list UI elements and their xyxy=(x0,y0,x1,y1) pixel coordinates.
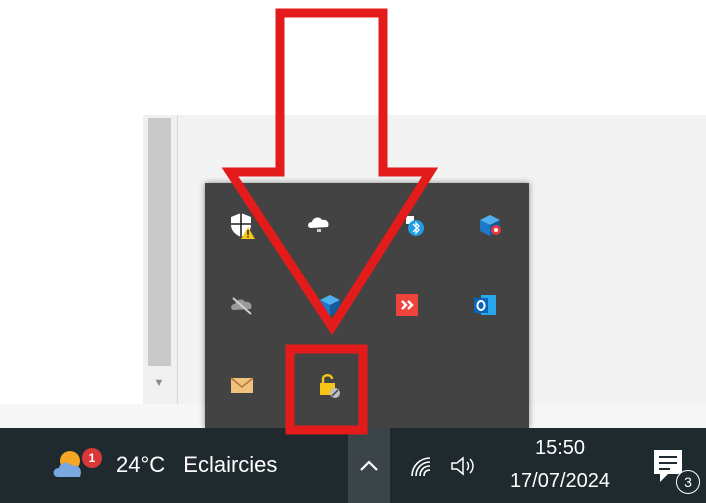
weather-badge: 1 xyxy=(82,448,102,468)
chevron-up-icon xyxy=(360,459,378,471)
weather-condition: Eclaircies xyxy=(183,452,278,477)
outlook-icon[interactable] xyxy=(468,288,502,322)
scrollbar-thumb[interactable] xyxy=(148,118,171,366)
dropbox-icon[interactable] xyxy=(313,288,347,322)
bluetooth-device-icon[interactable] xyxy=(395,208,429,242)
speaker-icon[interactable] xyxy=(446,450,478,482)
network-icon[interactable] xyxy=(404,450,436,482)
weather-temperature: 24°C xyxy=(116,452,166,477)
notification-count-badge: 3 xyxy=(676,470,700,494)
lock-blocked-icon[interactable] xyxy=(311,368,345,402)
mail-icon[interactable] xyxy=(225,368,259,402)
clock-time: 15:50 xyxy=(534,437,586,459)
anydesk-icon[interactable] xyxy=(390,288,424,322)
cloud-offline-icon[interactable] xyxy=(225,288,259,322)
windows-security-warning-icon[interactable] xyxy=(225,208,259,242)
tray-overflow-flyout xyxy=(205,183,529,428)
notification-center-button[interactable]: 3 xyxy=(648,444,700,496)
weather-widget[interactable]: 1 24°C Eclaircies xyxy=(50,440,277,490)
weather-partly-cloudy-icon: 1 xyxy=(50,443,102,487)
network-drive-icon[interactable] xyxy=(473,208,507,242)
clock[interactable]: 15:50 17/07/2024 xyxy=(495,433,625,499)
scroll-down-arrow-icon[interactable]: ▼ xyxy=(149,375,169,391)
onedrive-icon[interactable] xyxy=(302,208,336,242)
clock-date: 17/07/2024 xyxy=(509,470,611,492)
show-hidden-icons-button[interactable] xyxy=(348,428,390,503)
